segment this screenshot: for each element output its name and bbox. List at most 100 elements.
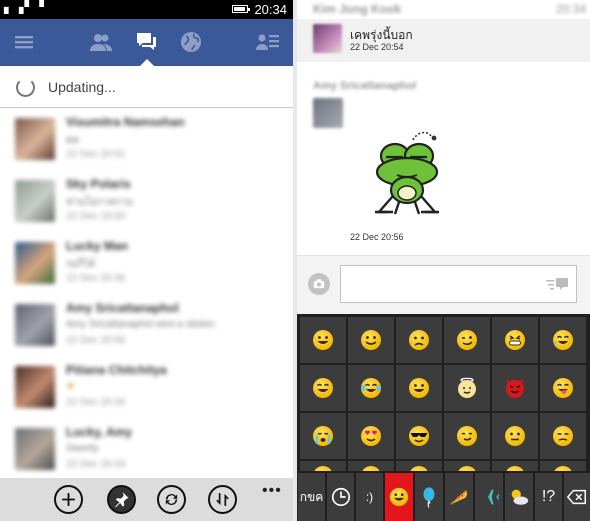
refresh-button[interactable] bbox=[157, 485, 186, 514]
weather-category-icon[interactable] bbox=[505, 473, 533, 521]
emoji-grin[interactable] bbox=[300, 317, 346, 363]
emoji-tears[interactable] bbox=[300, 413, 346, 459]
avatar bbox=[15, 366, 55, 408]
emoji-row-partial bbox=[540, 461, 586, 471]
signal-strength: ▖▗▘▝ bbox=[4, 0, 45, 14]
emoji-tongue[interactable] bbox=[540, 365, 586, 411]
thai-keyboard-key[interactable]: กขค bbox=[298, 473, 325, 521]
message-date: 22 Dec 20:54 bbox=[350, 42, 404, 52]
conversation-date: 22 Dec 20:51 bbox=[66, 149, 126, 160]
emoji-angel[interactable] bbox=[444, 365, 490, 411]
menu-icon[interactable] bbox=[11, 29, 37, 55]
friend-requests-icon[interactable] bbox=[88, 29, 114, 55]
avatar bbox=[15, 242, 55, 284]
message-date: 22 Dec 20:56 bbox=[350, 232, 404, 242]
conversation-date: 22 Dec 19:50 bbox=[66, 211, 126, 222]
screenshot-root: ▖▗▘▝ 20:34 Updating... Visumitra Namseha… bbox=[0, 0, 590, 521]
emoji-tears-of-joy[interactable] bbox=[348, 365, 394, 411]
updating-banner: Updating... bbox=[0, 66, 293, 108]
app-bar: ••• bbox=[0, 478, 293, 521]
avatar bbox=[15, 428, 55, 470]
conversation-name: Visumitra Namsehan bbox=[66, 115, 185, 129]
conversation-list: Visumitra Namsehan ดด 22 Dec 20:51 Sky P… bbox=[0, 109, 293, 479]
loading-spinner-icon bbox=[16, 78, 35, 97]
battery-icon bbox=[232, 5, 250, 13]
messages-icon[interactable] bbox=[133, 29, 159, 55]
avatar bbox=[313, 24, 342, 53]
plus-icon bbox=[62, 493, 75, 506]
message-bubble: เคพรุ่งนี้บอก 22 Dec 20:54 bbox=[297, 19, 590, 62]
conversation-date: 22 Dec 20:34 bbox=[66, 397, 126, 408]
updating-label: Updating... bbox=[48, 79, 116, 95]
emoji-category-icon[interactable] bbox=[385, 473, 413, 521]
conversation-date: 22 Dec 20:36 bbox=[66, 273, 126, 284]
switch-account-button[interactable] bbox=[208, 485, 237, 514]
emoji-row-partial bbox=[348, 461, 394, 471]
conversation-name: Amy Sricattanaphol bbox=[66, 301, 179, 315]
new-message-button[interactable] bbox=[54, 485, 83, 514]
pin-icon bbox=[115, 492, 129, 508]
conversation-item[interactable]: Pitiana Chitchitya ★ 22 Dec 20:34 bbox=[0, 357, 293, 419]
emoji-grin[interactable] bbox=[396, 365, 442, 411]
emoji-unamused[interactable] bbox=[540, 413, 586, 459]
airplane-category-icon[interactable] bbox=[475, 473, 503, 521]
more-options-button[interactable]: ••• bbox=[262, 482, 282, 500]
emoji-row-partial bbox=[396, 461, 442, 471]
conversation-name: Pitiana Chitchitya bbox=[66, 363, 167, 377]
emoji-devil[interactable] bbox=[492, 365, 538, 411]
emoji-row-partial bbox=[444, 461, 490, 471]
notifications-globe-icon[interactable] bbox=[178, 29, 204, 55]
sticker-message: Amy Sricattanaphol 22 Dec 20:56 bbox=[297, 68, 590, 248]
status-bar: Kim Jong Kook 20:34 bbox=[297, 0, 590, 17]
avatar bbox=[15, 118, 55, 160]
recent-clock-icon[interactable] bbox=[327, 473, 354, 521]
backspace-icon[interactable] bbox=[564, 473, 590, 521]
text-emoticon-key[interactable]: :) bbox=[356, 473, 383, 521]
contacts-icon[interactable] bbox=[255, 29, 281, 55]
send-icon[interactable] bbox=[546, 277, 568, 291]
status-bar: ▖▗▘▝ 20:34 bbox=[0, 0, 293, 19]
messages-list-panel: ▖▗▘▝ 20:34 Updating... Visumitra Namseha… bbox=[0, 0, 293, 521]
emoji-row-partial bbox=[300, 461, 346, 471]
emoji-laugh[interactable] bbox=[300, 365, 346, 411]
avatar bbox=[313, 98, 343, 128]
conversation-item[interactable]: Visumitra Namsehan ดด 22 Dec 20:51 bbox=[0, 109, 293, 171]
emoji-smile[interactable] bbox=[348, 317, 394, 363]
previous-sender-name: Kim Jong Kook bbox=[313, 2, 402, 16]
emoji-heart-eyes[interactable] bbox=[348, 413, 394, 459]
conversation-name: Sky Polaris bbox=[66, 177, 131, 191]
conversation-snippet: Amy Sricattanaphol sent a sticker. bbox=[66, 319, 217, 330]
swap-arrows-icon bbox=[216, 493, 229, 506]
emoji-cool[interactable] bbox=[396, 413, 442, 459]
conversation-item[interactable]: Lucky Man รอก็ได้ 22 Dec 20:36 bbox=[0, 233, 293, 295]
message-sender: Amy Sricattanaphol bbox=[313, 80, 417, 92]
conversation-panel: Kim Jong Kook 20:34 เคพรุ่งนี้บอก 22 Dec… bbox=[297, 0, 590, 521]
emoji-wink[interactable] bbox=[444, 317, 490, 363]
conversation-snippet: ท่านโอกาสกาน bbox=[66, 197, 133, 208]
message-composer bbox=[297, 255, 590, 314]
emoji-cry-smile[interactable] bbox=[540, 317, 586, 363]
conversation-item[interactable]: Amy Sricattanaphol Amy Sricattanaphol se… bbox=[0, 295, 293, 357]
symbols-key[interactable]: !? bbox=[535, 473, 562, 521]
conversation-snippet: รอก็ได้ bbox=[66, 259, 95, 270]
clock: 20:34 bbox=[254, 2, 287, 17]
conversation-snippet: ★ bbox=[66, 381, 75, 392]
balloon-category-icon[interactable] bbox=[415, 473, 443, 521]
camera-icon[interactable] bbox=[308, 273, 330, 295]
conversation-item[interactable]: Lucky, Amy Sweety 22 Dec 20:43 bbox=[0, 419, 293, 481]
conversation-item[interactable]: Sky Polaris ท่านโอกาสกาน 22 Dec 19:50 bbox=[0, 171, 293, 233]
pin-button[interactable] bbox=[107, 485, 136, 514]
conversation-date: 22 Dec 20:56 bbox=[66, 335, 126, 346]
sync-icon bbox=[165, 494, 178, 505]
conversation-date: 22 Dec 20:43 bbox=[66, 459, 126, 470]
avatar bbox=[15, 180, 55, 222]
food-category-icon[interactable] bbox=[445, 473, 473, 521]
conversation-snippet: ดด bbox=[66, 135, 79, 146]
emoji-frown[interactable] bbox=[396, 317, 442, 363]
emoji-smirk[interactable] bbox=[444, 413, 490, 459]
active-tab-pointer bbox=[140, 59, 154, 66]
frog-sticker[interactable] bbox=[361, 126, 457, 218]
emoji-neutral[interactable] bbox=[492, 413, 538, 459]
emoji-grin-teeth[interactable] bbox=[492, 317, 538, 363]
message-input[interactable] bbox=[340, 265, 577, 303]
